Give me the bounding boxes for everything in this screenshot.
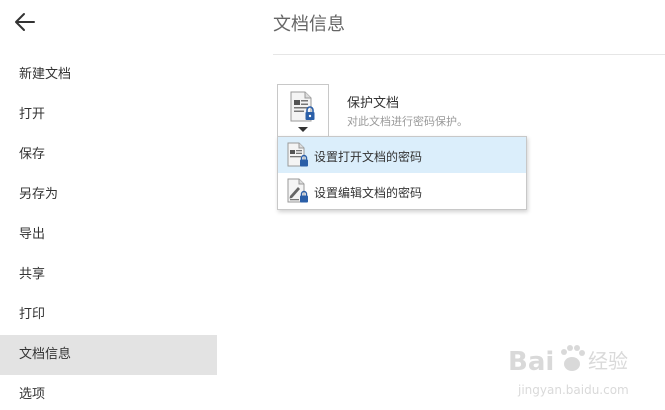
watermark-url: jingyan.baidu.com — [517, 383, 629, 397]
sidebar-item-options[interactable]: 选项 — [0, 375, 217, 410]
protect-document-button[interactable] — [277, 84, 329, 138]
document-lock-icon — [289, 91, 317, 127]
baidu-jingyan-watermark: Bai 经验 jingyan.baidu.com — [508, 338, 658, 402]
chevron-down-icon — [298, 127, 308, 132]
watermark-brand: Bai — [508, 347, 554, 377]
paw-icon — [561, 345, 585, 371]
menu-item-set-open-password[interactable]: 设置打开文档的密码 — [278, 137, 526, 173]
document-lock-icon — [286, 142, 310, 172]
protect-document-title: 保护文档 — [347, 96, 400, 111]
protect-document-description: 对此文档进行密码保护。 — [347, 115, 468, 128]
sidebar-nav: 新建文档 打开 保存 另存为 导出 共享 打印 文档信息 选项 — [0, 55, 217, 410]
sidebar: 新建文档 打开 保存 另存为 导出 共享 打印 文档信息 选项 — [0, 0, 217, 410]
sidebar-item-export[interactable]: 导出 — [0, 215, 217, 255]
page-title: 文档信息 — [273, 14, 345, 35]
sidebar-item-share[interactable]: 共享 — [0, 255, 217, 295]
watermark-brand-suffix: 经验 — [588, 349, 628, 373]
sidebar-item-new-document[interactable]: 新建文档 — [0, 55, 217, 95]
menu-item-label: 设置打开文档的密码 — [314, 150, 423, 164]
sidebar-item-document-info[interactable]: 文档信息 — [0, 335, 217, 375]
sidebar-item-print[interactable]: 打印 — [0, 295, 217, 335]
back-arrow-icon[interactable] — [12, 10, 38, 34]
protect-dropdown-menu: 设置打开文档的密码 设置编辑文档的密码 — [277, 136, 527, 210]
menu-item-label: 设置编辑文档的密码 — [314, 186, 423, 200]
title-divider — [273, 54, 665, 55]
menu-item-set-edit-password[interactable]: 设置编辑文档的密码 — [278, 173, 526, 209]
sidebar-item-open[interactable]: 打开 — [0, 95, 217, 135]
edit-document-lock-icon — [286, 178, 310, 208]
sidebar-item-save[interactable]: 保存 — [0, 135, 217, 175]
sidebar-item-save-as[interactable]: 另存为 — [0, 175, 217, 215]
